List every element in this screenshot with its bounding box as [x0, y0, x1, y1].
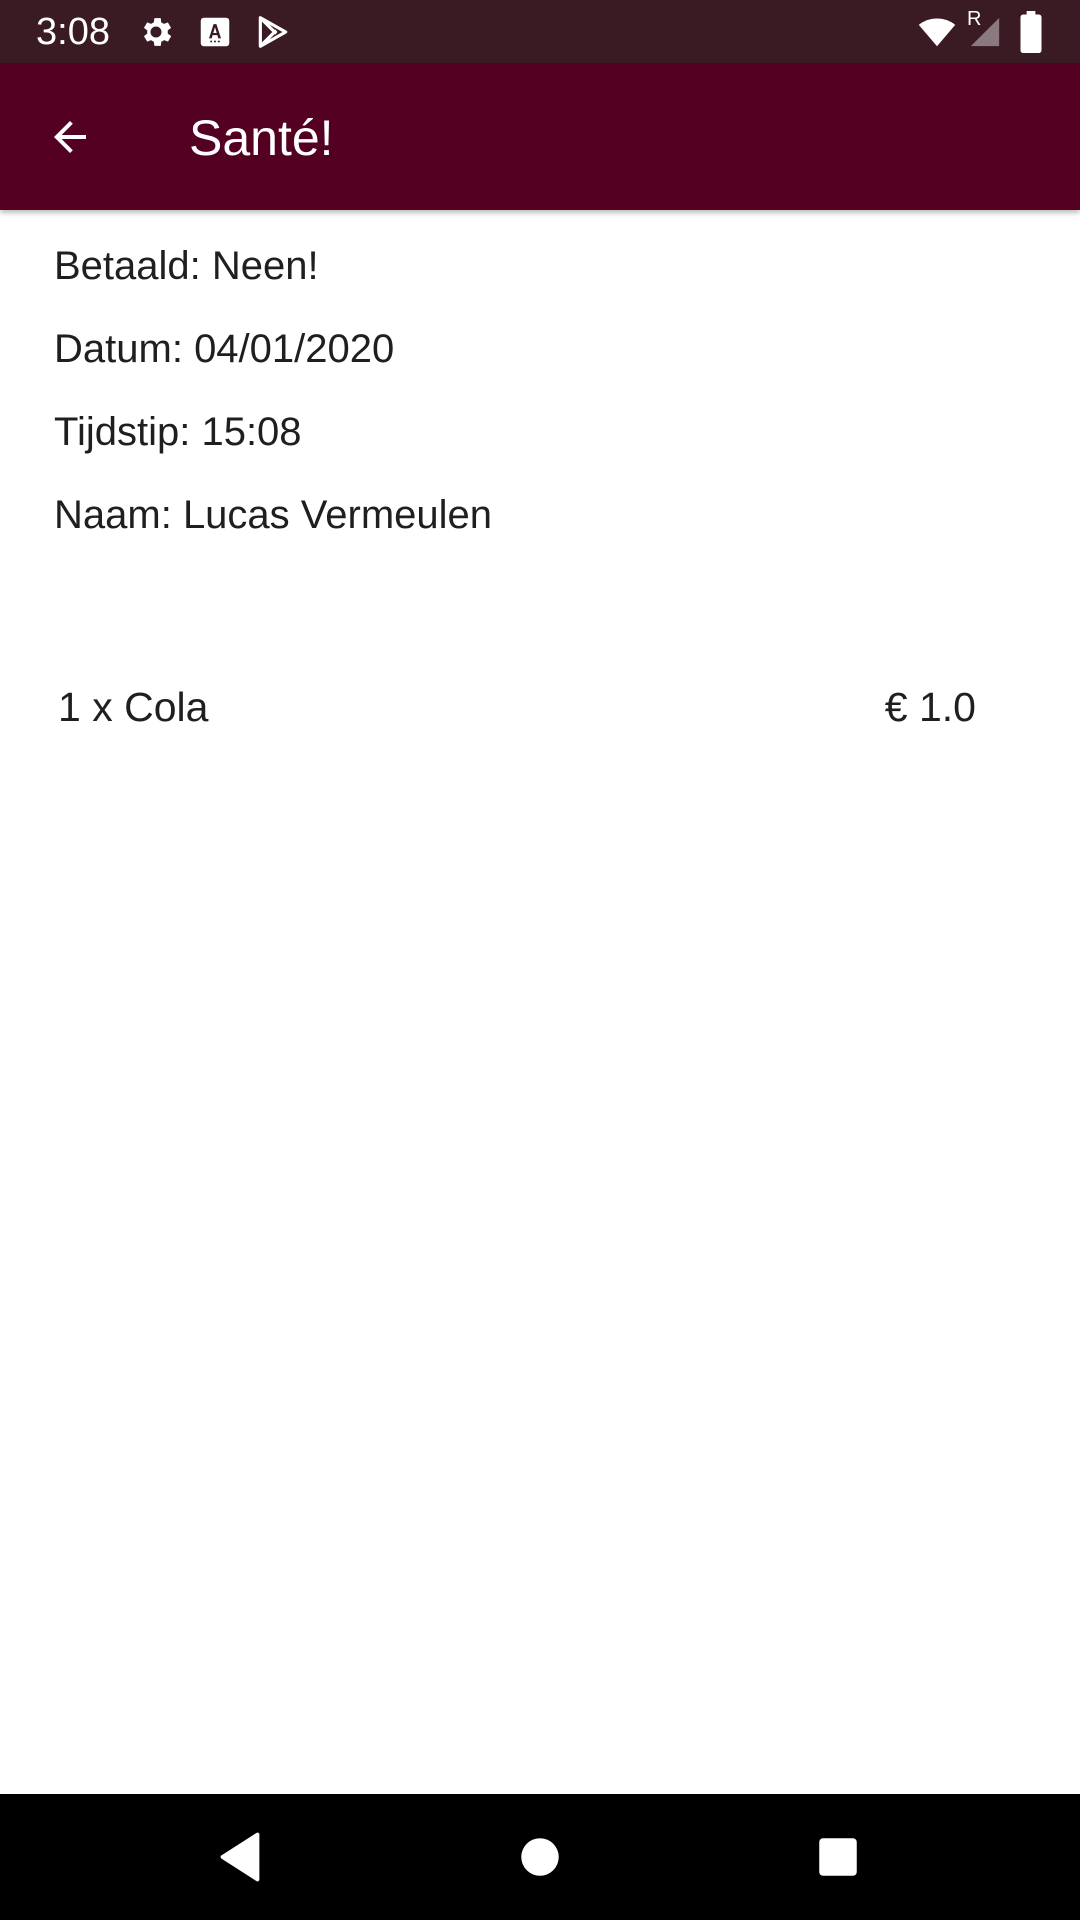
time-line: Tijdstip: 15:08: [54, 408, 302, 456]
paid-status: Betaald: Neen!: [54, 242, 319, 290]
app-bar: Santé!: [0, 63, 1080, 210]
name-line: Naam: Lucas Vermeulen: [54, 491, 492, 539]
recents-square-icon: [819, 1838, 857, 1876]
status-time: 3:08: [36, 11, 110, 53]
date-label: Datum:: [54, 327, 183, 371]
wifi-icon: [915, 13, 959, 51]
name-label: Naam:: [54, 493, 172, 537]
date-value: 04/01/2020: [194, 327, 395, 371]
signal-icon: [968, 13, 1002, 51]
status-bar: 3:08 R: [0, 0, 1080, 63]
battery-icon: [1016, 11, 1046, 53]
back-button[interactable]: [36, 103, 104, 171]
home-circle-icon: [521, 1838, 559, 1876]
order-item-description: 1 x Cola: [58, 684, 209, 730]
paid-label: Betaald:: [54, 244, 201, 288]
play-store-icon: [254, 13, 292, 51]
order-item-price: € 1.0: [884, 684, 976, 730]
page-title: Santé!: [189, 110, 334, 166]
paid-value: Neen!: [211, 244, 319, 288]
list-item: 1 x Cola € 1.0: [58, 683, 976, 731]
nav-home-button[interactable]: [510, 1827, 570, 1887]
nav-back-button[interactable]: [210, 1827, 270, 1887]
name-value: Lucas Vermeulen: [182, 493, 493, 537]
gear-icon: [137, 13, 175, 51]
text-a-icon: [196, 13, 234, 51]
date-line: Datum: 04/01/2020: [54, 325, 394, 373]
back-triangle-icon: [220, 1832, 260, 1882]
time-value: 15:08: [201, 410, 302, 454]
arrow-left-icon: [54, 121, 86, 153]
time-label: Tijdstip:: [54, 410, 191, 454]
system-nav-bar: [0, 1794, 1080, 1920]
nav-recents-button[interactable]: [808, 1827, 868, 1887]
